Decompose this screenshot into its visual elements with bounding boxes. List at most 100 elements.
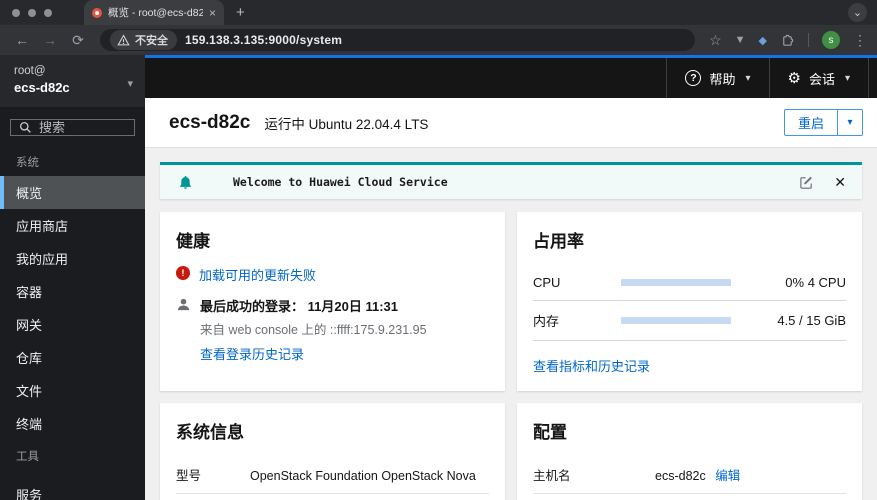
cpu-usage-row: CPU 0% 4 CPU [533, 265, 846, 301]
security-chip[interactable]: 不安全 [110, 30, 177, 50]
hostname-value: ecs-d82c [655, 469, 706, 483]
banner-close-icon[interactable]: ✕ [834, 174, 846, 191]
masthead: ? 帮助 ▾ ⚙ 会话 ▾ [145, 58, 877, 98]
back-icon[interactable]: ← [10, 32, 34, 48]
memory-progress-bar [621, 317, 731, 324]
metrics-history-link[interactable]: 查看指标和历史记录 [533, 356, 650, 375]
tab-title: 概览 - root@ecs-d82c [108, 7, 203, 19]
tab-search-icon[interactable]: ⌄ [848, 3, 867, 22]
help-question-icon: ? [685, 70, 702, 86]
hostname-value-wrap: ecs-d82c 编辑 [655, 465, 846, 484]
sidebar-item-containers[interactable]: 容器 [0, 275, 145, 308]
cockpit-app: root@ ecs-d82c ▾ 系统 概览 应用商店 我的应用 容器 网关 仓… [0, 55, 877, 500]
sidebar-item-app-store[interactable]: 应用商店 [0, 209, 145, 242]
extension-diamond-icon[interactable]: ◆ [759, 34, 767, 47]
sidebar-item-files[interactable]: 文件 [0, 374, 145, 407]
usage-title: 占用率 [533, 232, 584, 251]
address-bar[interactable]: 不安全 159.138.3.135:9000/system [100, 29, 696, 51]
sidebar-item-overview[interactable]: 概览 [0, 176, 145, 209]
bell-icon [180, 175, 191, 189]
exclamation-circle-icon: ! [176, 266, 190, 280]
toolbar-actions: ☆ ▼ ◆ s ⋮ [709, 31, 867, 49]
motd-banner: Welcome to Huawei Cloud Service ✕ [160, 162, 862, 199]
nav-section-tools: 工具 [16, 451, 39, 463]
tab-close-icon[interactable]: × [209, 6, 216, 20]
usage-card: 占用率 CPU 0% 4 CPU 内存 4.5 / 15 GiB 查看指标和历史… [517, 212, 862, 391]
extension-v-icon[interactable]: ▼ [735, 34, 746, 46]
memory-value: 4.5 / 15 GiB [777, 313, 846, 328]
sidebar-item-services[interactable]: 服务 [0, 478, 145, 500]
sidebar: root@ ecs-d82c ▾ 系统 概览 应用商店 我的应用 容器 网关 仓… [0, 55, 145, 500]
system-info-title: 系统信息 [176, 423, 244, 442]
help-label: 帮助 [709, 71, 736, 87]
sidebar-item-terminal[interactable]: 终端 [0, 407, 145, 440]
sidebar-search[interactable] [10, 119, 135, 136]
updates-alert-row: ! 加载可用的更新失败 [176, 265, 489, 284]
help-menu-button[interactable]: ? 帮助 ▾ [666, 58, 768, 98]
security-label: 不安全 [135, 35, 168, 47]
warning-icon [117, 34, 130, 46]
page-title: ecs-d82c [169, 111, 251, 133]
content: ecs-d82c 运行中 Ubuntu 22.04.4 LTS 重启 ▾ Wel… [145, 98, 877, 500]
main-pane: ? 帮助 ▾ ⚙ 会话 ▾ ecs-d82c 运行中 Ubuntu 22.04.… [145, 55, 877, 500]
memory-label: 内存 [533, 314, 560, 329]
browser-menu-icon[interactable]: ⋮ [853, 32, 867, 49]
sidebar-item-repository[interactable]: 仓库 [0, 341, 145, 374]
window-controls[interactable] [12, 8, 52, 17]
system-time-row: 系统时间 2024年11月20日 17:11 i [533, 494, 846, 500]
browser-window: 概览 - root@ecs-d82c × + ⌄ ← → ⟳ 不安全 159.1… [0, 0, 877, 500]
memory-usage-row: 内存 4.5 / 15 GiB [533, 301, 846, 341]
model-label: 型号 [176, 469, 202, 483]
extensions-puzzle-icon[interactable] [780, 33, 795, 48]
user-icon [177, 298, 190, 311]
help-caret-down-icon: ▾ [745, 72, 751, 84]
running-status: 运行中 [264, 116, 305, 132]
reload-icon[interactable]: ⟳ [66, 32, 90, 49]
configuration-card: 配置 主机名 ecs-d82c 编辑 系统时间 [517, 403, 862, 500]
window-close-button[interactable] [12, 8, 20, 17]
new-tab-button[interactable]: + [236, 4, 245, 21]
toolbar-divider [808, 33, 809, 47]
window-minimize-button[interactable] [28, 8, 36, 17]
card-grid: 健康 ! 加载可用的更新失败 最后成功的登录： 11月20日 11:31 来自 … [160, 212, 862, 500]
session-menu-button[interactable]: ⚙ 会话 ▾ [768, 58, 869, 98]
cpu-label: CPU [533, 275, 561, 290]
profile-avatar[interactable]: s [822, 31, 840, 49]
session-caret-down-icon: ▾ [844, 72, 850, 84]
model-row: 型号 OpenStack Foundation OpenStack Nova [176, 456, 489, 494]
forward-icon[interactable]: → [38, 32, 62, 48]
host-switcher[interactable]: root@ ecs-d82c ▾ [0, 55, 145, 107]
nav-section-system: 系统 [16, 157, 39, 169]
favicon-icon [92, 7, 102, 18]
hostname-edit-link[interactable]: 编辑 [715, 469, 740, 483]
asset-tag-row: 资产标签 b79f9502-4d5e-43c0-8af7-1d6cbd30fc4… [176, 494, 489, 500]
restart-button[interactable]: 重启 [783, 109, 837, 136]
last-login-info: 最后成功的登录： 11月20日 11:31 来自 web console 上的 … [200, 296, 427, 364]
window-zoom-button[interactable] [44, 8, 52, 17]
system-info-card: 系统信息 型号 OpenStack Foundation OpenStack N… [160, 403, 505, 500]
host-caret-down-icon: ▾ [127, 78, 133, 90]
search-input[interactable] [39, 120, 126, 135]
hostname-row: 主机名 ecs-d82c 编辑 [533, 456, 846, 494]
health-card: 健康 ! 加载可用的更新失败 最后成功的登录： 11月20日 11:31 来自 … [160, 212, 505, 391]
cpu-value: 0% 4 CPU [785, 275, 846, 290]
restart-caret-down-icon[interactable]: ▾ [837, 109, 863, 136]
configuration-title: 配置 [533, 423, 567, 442]
session-label: 会话 [808, 71, 835, 87]
motd-message: Welcome to Huawei Cloud Service [233, 175, 448, 189]
url-text: 159.138.3.135:9000/system [185, 33, 343, 47]
updates-failed-link[interactable]: 加载可用的更新失败 [199, 265, 316, 284]
last-login-time: 11月20日 11:31 [307, 299, 398, 314]
gear-icon: ⚙ [787, 70, 801, 87]
last-login-line: 最后成功的登录： 11月20日 11:31 [200, 296, 427, 315]
sidebar-item-gateway[interactable]: 网关 [0, 308, 145, 341]
sidebar-item-my-apps[interactable]: 我的应用 [0, 242, 145, 275]
edit-icon[interactable] [799, 175, 814, 190]
login-history-link[interactable]: 查看登录历史记录 [200, 347, 304, 362]
health-title: 健康 [176, 232, 210, 251]
os-version: Ubuntu 22.04.4 LTS [308, 116, 429, 132]
model-value: OpenStack Foundation OpenStack Nova [250, 469, 476, 483]
browser-tab[interactable]: 概览 - root@ecs-d82c × [84, 0, 224, 25]
hostname-label: 主机名 [533, 469, 571, 483]
bookmark-star-icon[interactable]: ☆ [709, 32, 722, 49]
